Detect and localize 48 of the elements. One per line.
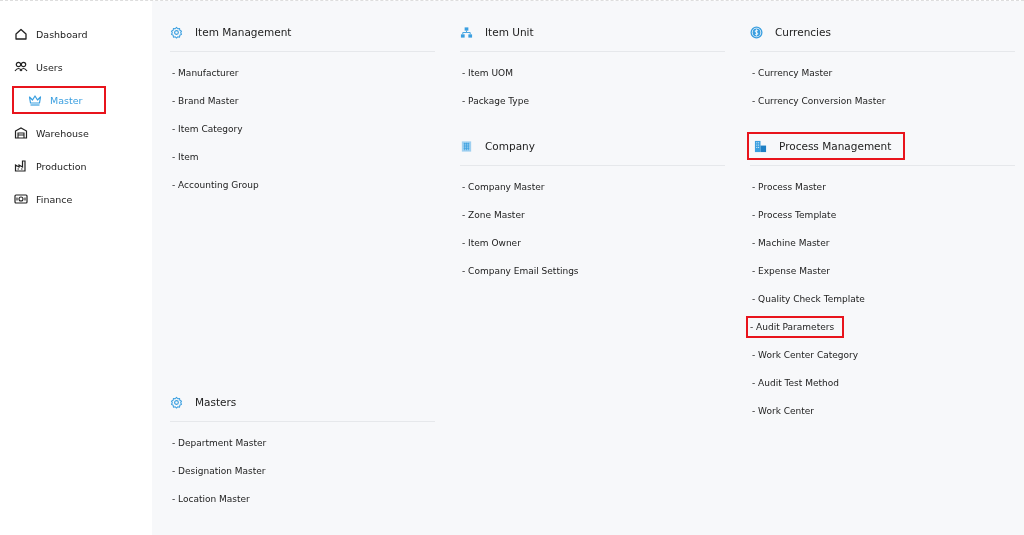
sidebar-item[interactable]: Dashboard — [0, 20, 96, 48]
menu-link[interactable]: - Item Category — [170, 118, 245, 140]
menu-link[interactable]: - Process Template — [750, 204, 839, 226]
menu-link[interactable]: - Audit Parameters — [746, 316, 845, 338]
menu-link[interactable]: - Currency Master — [750, 62, 835, 84]
section-title: Item Management — [194, 25, 293, 40]
section-title: Masters — [194, 395, 238, 410]
sidebar-item[interactable]: Warehouse — [0, 119, 97, 147]
menu-link[interactable]: - Department Master — [170, 432, 269, 454]
banknote-icon — [14, 192, 28, 206]
menu-link[interactable]: - Currency Conversion Master — [750, 90, 888, 112]
menu-link[interactable]: - Accounting Group — [170, 174, 261, 196]
menu-link[interactable]: - Company Master — [460, 176, 547, 198]
menu-link[interactable]: - Quality Check Template — [750, 288, 867, 310]
hierarchy-icon — [460, 25, 473, 39]
menu-link[interactable]: - Item Owner — [460, 232, 523, 254]
menu-link[interactable]: - Designation Master — [170, 460, 268, 482]
menu-link[interactable]: - Item — [170, 146, 201, 168]
gear-icon — [170, 25, 183, 39]
home-icon — [14, 27, 28, 41]
menu-link[interactable]: - Company Email Settings — [460, 260, 581, 282]
dollar-circle-icon — [750, 25, 763, 39]
section-title: Item Unit — [484, 25, 535, 40]
section-title: Company — [484, 139, 536, 154]
sidebar-item[interactable]: Finance — [0, 185, 81, 213]
menu-link[interactable]: - Work Center — [750, 400, 817, 422]
sidebar-item[interactable]: Users — [0, 53, 71, 81]
warehouse-icon — [14, 126, 28, 140]
menu-link[interactable]: - Audit Test Method — [750, 372, 841, 394]
menu-link[interactable]: - Location Master — [170, 488, 252, 510]
office-buildings-icon — [754, 139, 767, 153]
building-icon — [460, 139, 473, 153]
users-icon — [14, 60, 28, 74]
section-title: Process Management — [747, 132, 906, 160]
gear-icon — [170, 395, 183, 409]
factory-icon — [14, 159, 28, 173]
menu-link[interactable]: - Item UOM — [460, 62, 515, 84]
menu-link[interactable]: - Package Type — [460, 90, 531, 112]
menu-link[interactable]: - Manufacturer — [170, 62, 241, 84]
menu-link[interactable]: - Work Center Category — [750, 344, 861, 366]
section-title: Currencies — [774, 25, 832, 40]
menu-link[interactable]: - Machine Master — [750, 232, 832, 254]
crown-icon — [28, 93, 42, 107]
sidebar-item[interactable]: Production — [0, 152, 95, 180]
menu-link[interactable]: - Expense Master — [750, 260, 832, 282]
menu-link[interactable]: - Brand Master — [170, 90, 241, 112]
menu-link[interactable]: - Process Master — [750, 176, 828, 198]
menu-link[interactable]: - Zone Master — [460, 204, 527, 226]
